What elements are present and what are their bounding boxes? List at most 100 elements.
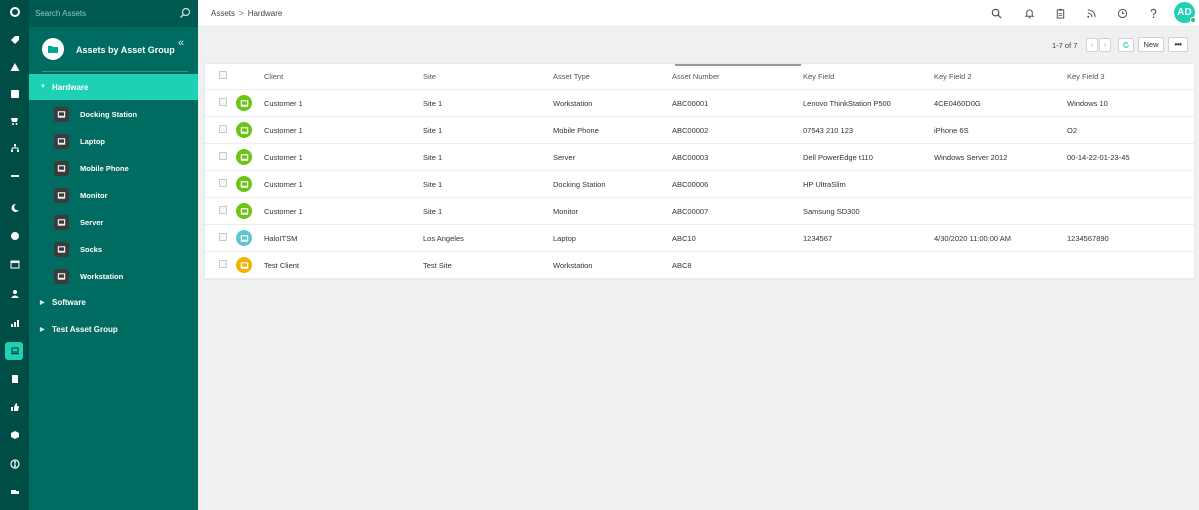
row-checkbox[interactable]	[219, 98, 227, 106]
column-header-asset-number[interactable]: Asset Number	[672, 64, 720, 89]
tree-node-software[interactable]: ▶ Software	[29, 289, 198, 315]
row-checkbox[interactable]	[219, 125, 227, 133]
collapse-panel-icon[interactable]: «	[178, 37, 184, 49]
truck-icon[interactable]	[0, 482, 29, 502]
table-row[interactable]: Customer 1 Site 1 Workstation ABC00001 Lenov…	[205, 90, 1194, 117]
help-icon[interactable]	[1146, 6, 1160, 20]
clock-icon[interactable]	[1115, 6, 1129, 20]
org-chart-icon[interactable]	[0, 138, 29, 158]
tree-node-label: Monitor	[80, 191, 108, 200]
logo-icon[interactable]	[0, 2, 29, 22]
user-icon[interactable]	[0, 284, 29, 304]
moon-icon[interactable]	[0, 198, 29, 218]
cell-client: Test Client	[264, 260, 300, 270]
tree-node-label: Docking Station	[80, 110, 138, 119]
search-bar	[29, 0, 198, 27]
cart-icon[interactable]	[0, 111, 29, 131]
pager-count: 1-7 of 7	[1052, 41, 1078, 50]
cell-key-field-3: Windows 10	[1067, 98, 1108, 108]
laptop-icon	[54, 107, 69, 122]
tree-node-socks[interactable]: Socks	[29, 236, 198, 263]
laptop-icon	[54, 161, 69, 176]
search-input[interactable]	[35, 6, 175, 21]
prev-page-button[interactable]: ‹	[1086, 38, 1098, 52]
tree-node-label: Socks	[80, 245, 103, 254]
tree-node-label: Hardware	[52, 82, 89, 92]
table-row[interactable]: Customer 1 Site 1 Monitor ABC00007 Samsung S…	[205, 198, 1194, 225]
row-checkbox[interactable]	[219, 179, 227, 187]
tree-node-mobile-phone[interactable]: Mobile Phone	[29, 155, 198, 182]
new-button[interactable]: New	[1138, 37, 1164, 52]
row-checkbox[interactable]	[219, 260, 227, 268]
tree-node-hardware[interactable]: ▼ Hardware	[29, 74, 198, 100]
tree-node-workstation[interactable]: Workstation	[29, 263, 198, 290]
tree-node-label: Workstation	[80, 272, 124, 281]
tree-node-test-asset-group[interactable]: ▶ Test Asset Group	[29, 316, 198, 342]
asset-group-title: Assets by Asset Group	[76, 45, 175, 55]
table-row[interactable]: HaloITSM Los Angeles Laptop ABC10 1234567 4/3…	[205, 225, 1194, 252]
caret-down-icon[interactable]: ▼	[40, 84, 52, 90]
table-row[interactable]: Test Client Test Site Workstation ABC8	[205, 252, 1194, 279]
cell-asset-number: ABC8	[672, 260, 692, 270]
chart-icon[interactable]	[0, 313, 29, 333]
more-options-button[interactable]: •••	[1168, 37, 1188, 52]
breadcrumb-root[interactable]: Assets	[211, 9, 235, 18]
bell-icon[interactable]	[1022, 6, 1036, 20]
column-header-key-field[interactable]: Key Field	[803, 64, 834, 89]
select-all-checkbox[interactable]	[219, 71, 227, 79]
table-header-row: Client Site Asset Type Asset Number Key Fiel…	[205, 64, 1194, 90]
table-row[interactable]: Customer 1 Site 1 Server ABC00003 Dell Power…	[205, 144, 1194, 171]
laptop-icon	[54, 188, 69, 203]
laptop-icon	[236, 149, 252, 165]
table-row[interactable]: Customer 1 Site 1 Mobile Phone ABC00002 0754…	[205, 117, 1194, 144]
edit-icon[interactable]	[0, 84, 29, 104]
rss-icon[interactable]	[1084, 6, 1098, 20]
tree-node-label: Mobile Phone	[80, 164, 129, 173]
row-checkbox[interactable]	[219, 152, 227, 160]
caret-right-icon[interactable]: ▶	[40, 299, 52, 306]
folder-icon	[42, 38, 64, 60]
cell-site: Test Site	[423, 260, 452, 270]
column-header-client[interactable]: Client	[264, 64, 283, 89]
cell-site: Site 1	[423, 179, 443, 189]
cell-key-field-3: 1234567890	[1067, 233, 1109, 243]
dash-icon[interactable]	[0, 166, 29, 186]
cell-key-field: Dell PowerEdge t110	[803, 152, 873, 162]
asset-group-header: Assets by Asset Group «	[29, 27, 198, 73]
warning-icon[interactable]	[0, 57, 29, 77]
thumbs-up-icon[interactable]	[0, 397, 29, 417]
column-header-key-field-3[interactable]: Key Field 3	[1067, 64, 1105, 89]
cell-key-field-3: 00-14-22-01-23-45	[1067, 152, 1130, 162]
document-icon[interactable]	[0, 369, 29, 389]
list-toolbar: 1-7 of 7 ‹ › New •••	[198, 27, 1199, 63]
compass-icon[interactable]	[0, 226, 29, 246]
cell-key-field-2: 4/30/2020 11:00:00 AM	[934, 233, 1012, 243]
row-checkbox[interactable]	[219, 233, 227, 241]
search-icon[interactable]	[989, 6, 1003, 20]
next-page-button[interactable]: ›	[1099, 38, 1111, 52]
tree-node-server[interactable]: Server	[29, 209, 198, 236]
search-icon[interactable]	[179, 7, 191, 19]
table-row[interactable]: Customer 1 Site 1 Docking Station ABC00006 H…	[205, 171, 1194, 198]
column-header-asset-type[interactable]: Asset Type	[553, 64, 590, 89]
calendar-icon[interactable]	[0, 254, 29, 274]
dollar-icon[interactable]	[0, 454, 29, 474]
row-checkbox[interactable]	[219, 206, 227, 214]
user-avatar[interactable]: AD	[1174, 2, 1196, 23]
cell-asset-number: ABC00007	[672, 206, 709, 216]
laptop-icon[interactable]	[0, 341, 29, 361]
tree-node-laptop[interactable]: Laptop	[29, 128, 198, 155]
refresh-icon	[1123, 41, 1129, 48]
refresh-button[interactable]	[1118, 38, 1134, 52]
box-icon[interactable]	[0, 425, 29, 445]
breadcrumb-separator: >	[239, 9, 244, 18]
cell-key-field: 1234567	[803, 233, 833, 243]
column-header-key-field-2[interactable]: Key Field 2	[934, 64, 972, 89]
tree-node-label: Software	[52, 297, 86, 307]
column-header-site[interactable]: Site	[423, 64, 436, 89]
tree-node-monitor[interactable]: Monitor	[29, 182, 198, 209]
tree-node-docking-station[interactable]: Docking Station	[29, 101, 198, 128]
clipboard-icon[interactable]	[1053, 6, 1067, 20]
caret-right-icon[interactable]: ▶	[40, 326, 52, 333]
tag-icon[interactable]	[0, 30, 29, 50]
